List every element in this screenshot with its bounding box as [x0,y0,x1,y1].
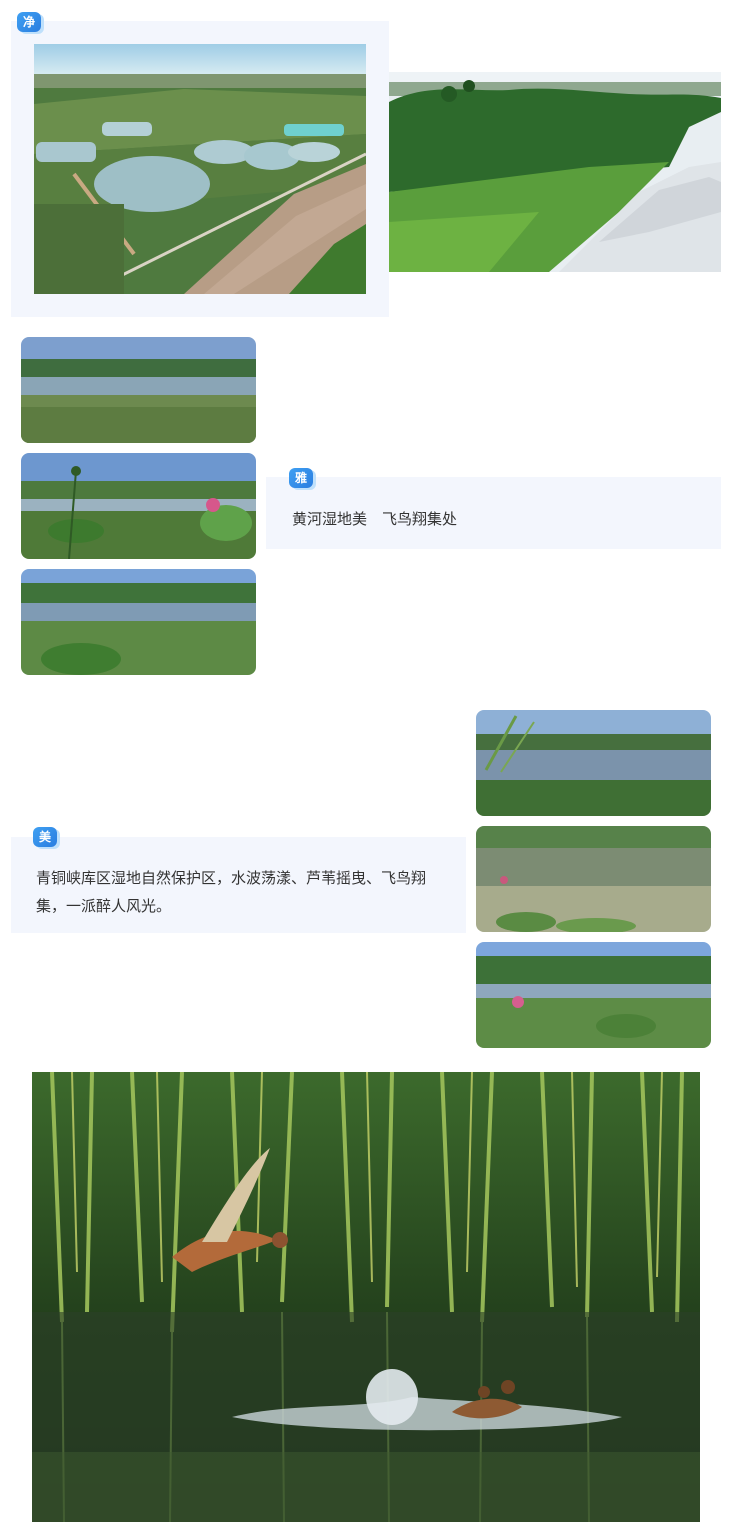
mei-badge: 美 [33,827,57,847]
ya-photo-2 [21,453,256,559]
ya-badge: 雅 [289,468,313,488]
ya-photo-1 [21,337,256,443]
ya-photo-3 [21,569,256,675]
river-photo [389,72,721,272]
ducks-photo [32,1072,700,1522]
ya-caption: 黄河湿地美 飞鸟翔集处 [292,510,458,528]
mei-photo-2 [476,826,711,932]
mei-photo-3 [476,942,711,1048]
jing-badge: 净 [17,12,41,32]
mei-photo-1 [476,710,711,816]
aerial-wetland-photo [34,44,366,294]
mei-caption: 青铜峡库区湿地自然保护区，水波荡漾、芦苇摇曳、飞鸟翔集，一派醉人风光。 [36,869,427,915]
